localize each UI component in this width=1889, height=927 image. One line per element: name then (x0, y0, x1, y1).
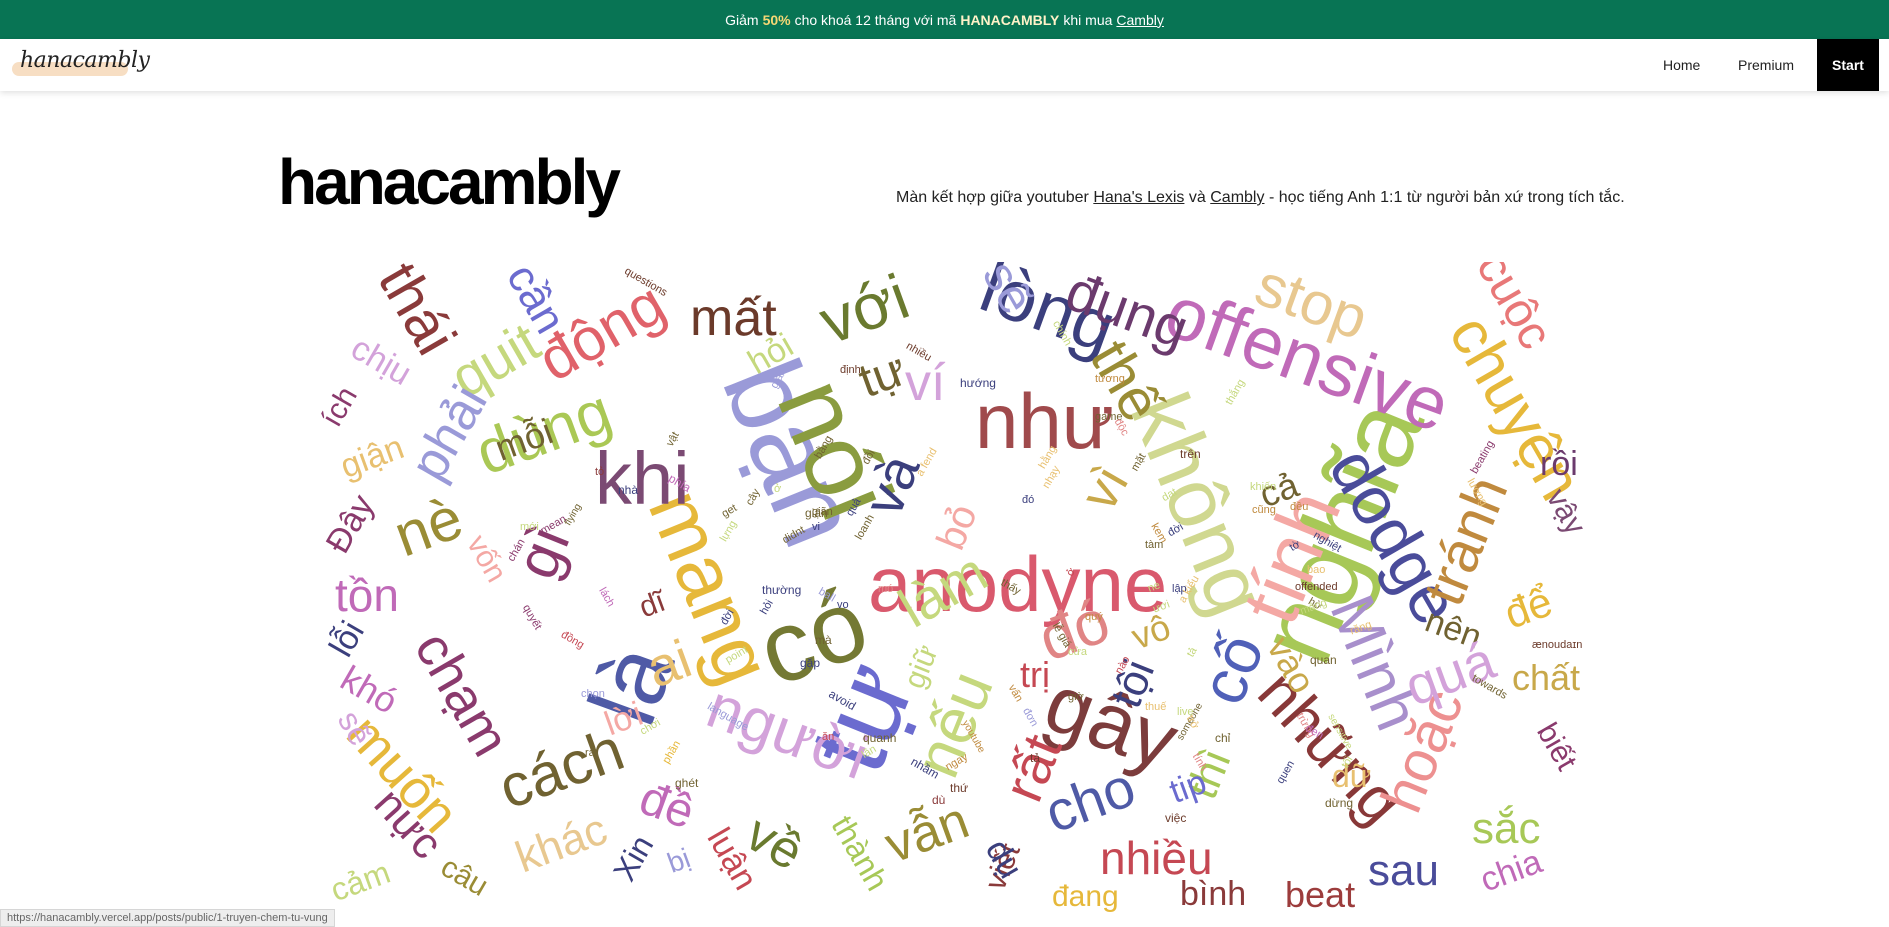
cloud-word: hướng (960, 376, 996, 390)
cloud-word: với (810, 262, 918, 358)
cloud-word: thắng (1223, 377, 1248, 408)
hero-desc-text-1: Màn kết hợp giữa youtuber (896, 189, 1089, 206)
cloud-word: giờ (1068, 691, 1084, 703)
cloud-word: chạm (403, 621, 522, 767)
hero-desc-text-2: và (1188, 189, 1206, 206)
cloud-word: lỗi (322, 614, 372, 664)
cloud-word: vẫn (877, 791, 977, 875)
cloud-word: thuế (1145, 701, 1167, 713)
cloud-word: ra (585, 747, 595, 759)
cambly-link[interactable]: Cambly (1210, 189, 1264, 206)
cloud-word: tồn (335, 569, 399, 621)
cloud-word: đồng (558, 628, 587, 652)
cloud-word: phần (660, 738, 684, 766)
word-cloud: anodyne bạn nói có là tự không nghĩa như lòng với o… (300, 262, 1620, 925)
cloud-word: flying (562, 501, 584, 528)
promo-text-2: cho khoá 12 tháng với mã (794, 11, 957, 28)
cloud-word: trên (1180, 447, 1201, 461)
cloud-word: câu (435, 850, 494, 903)
promo-banner: Giảm 50% cho khoá 12 tháng với mã HANACA… (0, 0, 1889, 39)
cloud-word: dù (932, 793, 946, 807)
nav-home-link[interactable]: Home (1663, 39, 1700, 91)
cloud-word: dừng (1325, 796, 1354, 810)
cloud-word: quan (1310, 653, 1337, 667)
cloud-word: giãn (812, 506, 833, 518)
hero-desc-text-3: - học tiếng Anh 1:1 từ người bản xứ tron… (1268, 189, 1625, 206)
promo-text-3: khi mua (1063, 11, 1113, 28)
cloud-word: quá (1397, 630, 1503, 718)
promo-code: HANACAMBLY (960, 11, 1060, 28)
cloud-word: Xin (605, 828, 661, 888)
cloud-word: lách (596, 585, 617, 609)
promo-cambly-link[interactable]: Cambly (1116, 12, 1163, 28)
cloud-word: Đây (318, 488, 382, 560)
cloud-word: bình (1180, 875, 1247, 913)
nav-premium-link[interactable]: Premium (1738, 39, 1794, 91)
logo-text: hanacambly (20, 48, 150, 73)
cloud-word: chỉ (1215, 731, 1231, 745)
cloud-word: mó (878, 583, 894, 595)
cloud-word: tàm (1145, 539, 1164, 551)
cloud-word: khác (509, 804, 614, 883)
cloud-word: tương (1095, 373, 1125, 385)
cloud-word: ích (315, 381, 364, 433)
cloud-word: thứ (950, 781, 969, 795)
cloud-word: cửa (1068, 646, 1087, 658)
cloud-word: ví (905, 354, 946, 412)
cloud-word: chọn (581, 688, 605, 700)
cloud-word: sau (1368, 846, 1439, 895)
cloud-word: định (840, 364, 861, 376)
cloud-word: để (1498, 577, 1559, 638)
cloud-word: nhà (618, 483, 639, 497)
cloud-word: ăn (822, 731, 835, 743)
site-logo[interactable]: hanacambly (12, 48, 150, 82)
cloud-word: tỏ (595, 466, 605, 478)
cloud-word: mà (815, 633, 832, 647)
cloud-word: biết (1530, 717, 1584, 776)
cloud-word: ươi (1151, 598, 1172, 616)
cloud-word: đơn (1020, 705, 1041, 729)
cloud-word: gặp (800, 656, 821, 670)
cloud-word: live (1177, 706, 1194, 718)
cloud-word: bao (1307, 564, 1326, 576)
cloud-word: vo (837, 599, 849, 611)
cloud-word: khó (333, 657, 405, 722)
status-bar-url: https://hanacambly.vercel.app/posts/publ… (0, 909, 335, 927)
nav-start-button[interactable]: Start (1817, 39, 1879, 91)
cloud-word: quyết (519, 602, 544, 632)
page-title: hanacambly (278, 146, 621, 218)
cloud-word: chất (1512, 657, 1581, 698)
cloud-word: đó (1022, 494, 1035, 506)
cloud-word: giận (335, 428, 409, 486)
hero-description: Màn kết hợp giữa youtuber Hana's Lexis v… (896, 189, 1625, 207)
cloud-word: thường (762, 583, 802, 597)
cloud-word: ghét (675, 776, 699, 790)
cloud-word: vô (1125, 605, 1176, 658)
promo-discount: 50% (762, 11, 791, 28)
cloud-word: beating (1468, 438, 1497, 476)
cloud-word: cảm (325, 853, 395, 909)
cloud-word: bị (663, 842, 695, 879)
cloud-word: quen (1274, 758, 1298, 786)
cloud-word: đều (1290, 501, 1309, 513)
cloud-word: trị (1020, 654, 1050, 695)
hanas-lexis-link[interactable]: Hana's Lexis (1093, 189, 1184, 206)
cloud-word: khiến (1250, 481, 1277, 493)
cloud-word: ở (774, 483, 782, 495)
cloud-word: cũng (1252, 504, 1276, 516)
cloud-word: rồi (1540, 445, 1578, 483)
cloud-word: beat (1285, 874, 1356, 915)
cloud-word: tả (1030, 751, 1041, 765)
cloud-word: việc (1165, 811, 1187, 825)
cloud-word: quý (1085, 611, 1103, 623)
top-navbar: hanacambly Home Premium Start (0, 39, 1889, 91)
cloud-word: mới (520, 521, 539, 533)
cloud-word: vi (812, 521, 820, 533)
promo-text-1: Giảm (725, 11, 759, 28)
cloud-word: offended (1295, 581, 1338, 593)
cloud-word: nè (385, 483, 472, 570)
cloud-word: quanh (863, 731, 897, 745)
cloud-word: ænoudaɪn (1532, 639, 1583, 651)
cloud-word: đang (1052, 880, 1119, 913)
